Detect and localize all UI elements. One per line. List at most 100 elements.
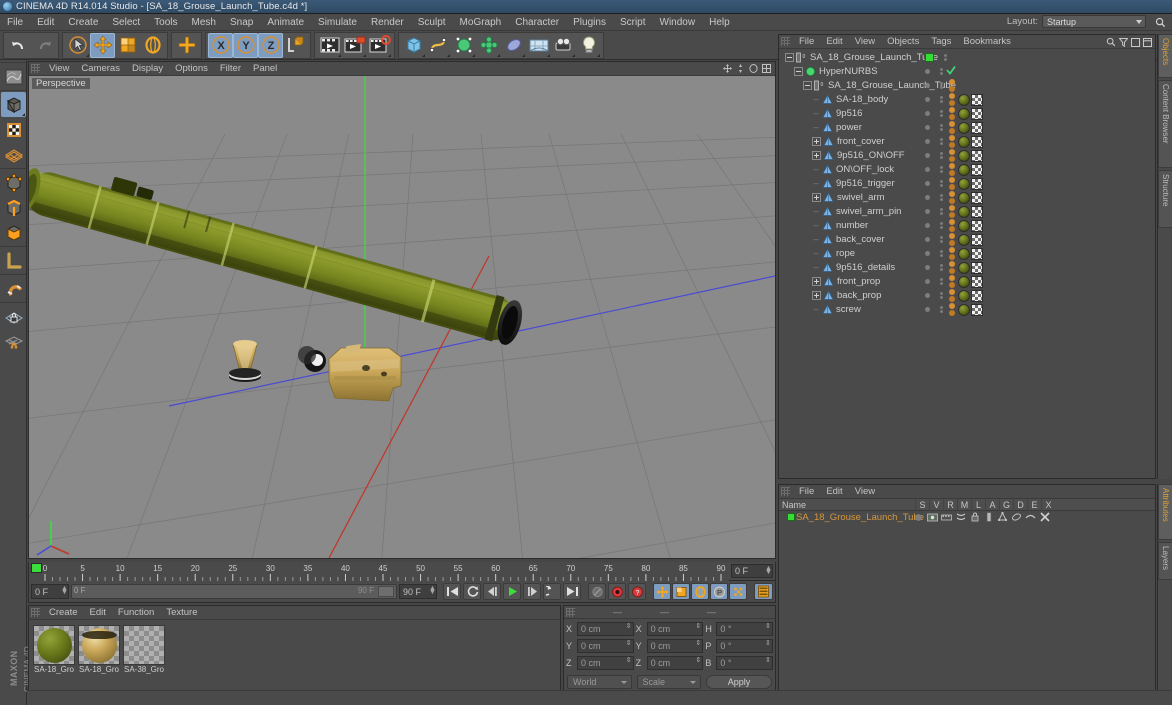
autokeying-button[interactable] [588,583,606,600]
coord-rot-field[interactable]: 0 ° ⇕ [716,655,774,670]
object-tags[interactable] [949,107,983,120]
phong-tag-icon[interactable] [949,233,955,246]
menu-item-character[interactable]: Character [508,14,566,31]
world-object-axis-button[interactable] [283,33,308,58]
uvw-tag-icon[interactable] [971,205,983,218]
render-view-button[interactable] [317,33,342,58]
object-tags[interactable] [949,275,983,288]
tree-expander-minus-icon[interactable] [803,80,812,90]
timeline-ruler-panel[interactable]: 0 5 10 15 20 25 30 35 40 45 50 55 60 65 70 75 80 85 90 0 F… [28,562,776,581]
phong-tag-icon[interactable] [949,289,955,302]
play-forward-button[interactable] [503,583,521,600]
scrubber-handle[interactable] [378,586,394,597]
menu-item-script[interactable]: Script [613,14,653,31]
frame-spinner-icon[interactable]: ▲ ▼ [765,565,772,576]
material-tag-icon[interactable] [958,163,970,176]
coord-spinner-icon[interactable]: ⇕ [695,657,701,668]
object-row[interactable]: swivel_arm [779,190,1155,204]
vertical-tab-content-browser[interactable]: Content Browser [1158,80,1172,168]
visibility-dot[interactable] [925,236,930,242]
enabled-check-icon[interactable] [946,65,956,78]
phong-tag-icon[interactable] [949,247,955,260]
uvw-tag-icon[interactable] [971,149,983,162]
material-thumbnail[interactable] [123,625,165,665]
object-row[interactable]: – ON\OFF_lock [779,162,1155,176]
object-visibility-dots[interactable] [925,274,946,288]
move-view-icon[interactable] [723,64,732,73]
object-row[interactable]: – power [779,120,1155,134]
live-selection-button[interactable] [65,33,90,58]
editor-render-dots[interactable] [936,291,946,299]
phong-tag-icon[interactable] [949,191,955,204]
parameter-key-button[interactable]: P [710,583,728,600]
rotate-view-icon[interactable] [749,64,758,73]
y-axis-lock-button[interactable]: Y [233,32,258,58]
editor-render-dots[interactable] [936,263,946,271]
editor-render-dots[interactable] [936,207,946,215]
visibility-dot[interactable] [925,82,930,88]
tree-expander-plus-icon[interactable] [812,136,821,146]
material-tag-icon[interactable] [958,303,970,316]
uv-mesh-mode-button[interactable] [1,142,26,167]
object-visibility-dots[interactable] [925,176,946,190]
menu-item-snap[interactable]: Snap [223,14,260,31]
object-tags[interactable] [949,177,983,190]
editor-render-dots[interactable] [936,193,946,201]
minimize-icon[interactable] [1131,37,1140,47]
filter-icon[interactable] [1119,37,1128,47]
object-visibility-dots[interactable] [925,246,946,260]
object-visibility-dots[interactable] [925,232,946,246]
menu-item-mograph[interactable]: MoGraph [453,14,509,31]
rotate-tool-button[interactable] [140,33,165,58]
viewport-menu-options[interactable]: Options [169,62,214,76]
end-frame-field[interactable]: 90 F ▲ ▼ [399,584,437,599]
object-visibility-dots[interactable] [925,78,946,92]
visibility-dot[interactable] [925,208,930,214]
material-tag-icon[interactable] [958,177,970,190]
coord-pos-field[interactable]: 0 cm ⇕ [577,638,634,653]
viewport-menu-cameras[interactable]: Cameras [75,62,126,76]
object-tree[interactable]: 0 SA_18_Grouse_Launch_Tube HyperNURBS 0 SA_1… [779,50,1155,478]
object-row[interactable]: front_prop [779,274,1155,288]
visibility-dot[interactable] [925,250,930,256]
material-list[interactable]: SA-18_Gro SA-18_Gro SA-38_Gro [29,620,560,680]
phong-tag-icon[interactable] [949,205,955,218]
editor-render-dots[interactable] [936,109,946,117]
phong-tag-icon[interactable] [949,177,955,190]
viewport-menu-filter[interactable]: Filter [214,62,247,76]
visibility-dot[interactable] [925,110,930,116]
layer-color-swatch[interactable] [925,52,934,62]
tree-expander-plus-icon[interactable] [812,290,821,300]
rotation-key-button[interactable] [691,583,709,600]
coord-spinner-icon[interactable]: ⇕ [765,657,771,668]
undo-button[interactable] [6,33,31,58]
phong-tag-icon[interactable] [949,275,955,288]
material-tag-icon[interactable] [958,149,970,162]
editor-render-dots[interactable] [936,137,946,145]
material-item[interactable]: SA-18_Gro [33,625,75,675]
object-row[interactable]: – back_cover [779,232,1155,246]
previous-frame-button[interactable] [483,583,501,600]
object-visibility-dots[interactable] [925,288,946,302]
coord-size-field[interactable]: 0 cm ⇕ [646,638,704,653]
model-mode-button[interactable] [1,92,26,117]
uvw-tag-icon[interactable] [971,219,983,232]
object-visibility-dots[interactable] [925,92,946,106]
layout-dropdown[interactable]: Startup [1042,15,1146,28]
move-tool-button[interactable] [90,32,115,58]
vertical-tab-structure[interactable]: Structure [1158,170,1172,228]
tree-expander-plus-icon[interactable] [812,276,821,286]
lock-workplane-button[interactable] [1,304,26,329]
uvw-tag-icon[interactable] [971,135,983,148]
coord-spinner-icon[interactable]: ⇕ [626,623,632,634]
uvw-tag-icon[interactable] [971,191,983,204]
visibility-dot[interactable] [925,124,930,130]
object-menu-objects[interactable]: Objects [881,35,925,49]
texture-axis-mode-button[interactable] [1,64,26,89]
coord-rot-field[interactable]: 0 ° ⇕ [716,638,774,653]
layer-rows[interactable]: SA_18_Grouse_Launch_Tube [779,511,1155,524]
coordinate-space-dropdown[interactable]: World [567,675,632,689]
panel-grip-icon[interactable] [31,608,40,617]
menu-item-animate[interactable]: Animate [260,14,311,31]
object-visibility-dots[interactable] [925,106,946,120]
